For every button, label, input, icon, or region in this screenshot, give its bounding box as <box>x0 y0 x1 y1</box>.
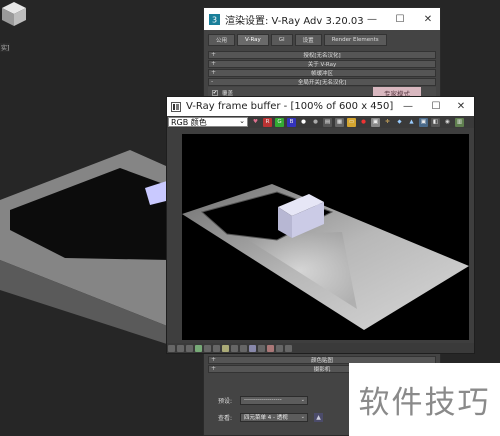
vfb-title: V-Ray frame buffer - [100% of 600 x 450] <box>186 101 394 112</box>
rollout-label: 关于 V-Ray <box>307 62 337 68</box>
stop-icon[interactable] <box>267 344 274 352</box>
svg-text:3: 3 <box>212 15 217 24</box>
preset-row: 预设: ------------------- ⌄ <box>218 395 308 405</box>
expand-icon: + <box>211 60 217 67</box>
rollout-label: 全局开关[无名汉化] <box>297 80 347 86</box>
lock-view-icon[interactable]: ▲ <box>314 412 323 422</box>
vfb-toolbar: RGB 颜色 ⌄ ♥ R G B ● ● ▤ ▦ ▭ ● ▣ ✛ ◆ ▲ ▣ ◧… <box>167 116 474 128</box>
view-dropdown[interactable]: 四元菜单 4 - 透视 ⌄ <box>240 412 308 422</box>
rollout-label: 摄影机 <box>313 367 331 373</box>
tab-settings[interactable]: 设置 <box>294 34 322 46</box>
lens-fx-icon[interactable]: ◧ <box>431 117 440 127</box>
pixel-aspect-icon[interactable] <box>240 344 247 352</box>
rollout-list: + 授权[无名汉化] + 关于 V-Ray + 帧缓冲区 - 全局开关[无名汉化] <box>204 51 440 86</box>
stamp-icon[interactable]: ◉ <box>443 118 452 127</box>
chevron-down-icon: ⌄ <box>300 396 305 403</box>
preset-label: 预设: <box>218 397 233 405</box>
corrections-icon[interactable]: ▥ <box>455 117 464 127</box>
collapse-icon: - <box>211 78 214 85</box>
channel-dropdown[interactable]: RGB 颜色 ⌄ <box>168 117 248 127</box>
history-icon[interactable] <box>168 344 175 352</box>
lens-effects-icon[interactable] <box>258 344 265 352</box>
override-checkbox[interactable]: ✔ <box>212 89 218 96</box>
vray-frame-buffer-window: V-Ray frame buffer - [100% of 600 x 450]… <box>166 96 475 354</box>
save-image-icon[interactable]: ▤ <box>323 117 332 127</box>
rollout-global-switches[interactable]: - 全局开关[无名汉化] <box>208 78 436 86</box>
expand-icon: + <box>211 69 217 76</box>
tab-vray[interactable]: V-Ray <box>237 34 269 46</box>
heart-icon[interactable]: ♥ <box>251 118 260 127</box>
red-channel-icon[interactable]: R <box>263 117 272 127</box>
rollout-authorization[interactable]: + 授权[无名汉化] <box>208 51 436 59</box>
preset-value: ------------------- <box>244 397 282 403</box>
load-image-icon[interactable]: ▦ <box>335 117 344 127</box>
channel-value: RGB 颜色 <box>171 117 207 127</box>
ocio-icon[interactable] <box>222 344 229 352</box>
minimize-icon[interactable]: — <box>394 97 422 116</box>
blue-channel-icon[interactable]: B <box>287 117 296 127</box>
rollout-label: 授权[无名汉化] <box>303 53 341 59</box>
exposure-icon[interactable] <box>195 344 202 352</box>
maximize-icon[interactable]: ☐ <box>422 97 450 116</box>
render-icon[interactable]: ▣ <box>419 117 428 127</box>
render-setup-titlebar[interactable]: 3 渲染设置: V-Ray Adv 3.20.03 — ☐ ✕ <box>204 8 440 30</box>
preset-dropdown[interactable]: ------------------- ⌄ <box>240 395 308 405</box>
rendered-image <box>182 134 469 340</box>
srgb-icon[interactable] <box>204 344 211 352</box>
compare-icon[interactable] <box>231 344 238 352</box>
tab-common[interactable]: 公用 <box>208 34 236 46</box>
view-value: 四元菜单 4 - 透视 <box>244 415 288 421</box>
stereo-icon[interactable] <box>249 344 256 352</box>
minimize-icon[interactable]: — <box>358 8 386 30</box>
green-channel-icon[interactable]: G <box>275 117 284 127</box>
expand-icon: + <box>211 365 217 372</box>
maximize-icon[interactable]: ☐ <box>386 8 414 30</box>
render-setup-title: 渲染设置: V-Ray Adv 3.20.03 <box>225 15 364 27</box>
chevron-down-icon: ⌄ <box>300 413 305 420</box>
vfb-app-icon <box>171 101 181 112</box>
viewcube-icon[interactable] <box>0 0 28 28</box>
close-icon[interactable]: ✕ <box>447 97 475 116</box>
expand-icon: + <box>211 356 217 363</box>
lut-icon[interactable] <box>213 344 220 352</box>
view-row: 查看: 四元菜单 4 - 透视 ⌄ ▲ <box>218 412 323 422</box>
watermark: 软件技巧 <box>349 363 500 436</box>
rollout-frame-buffer[interactable]: + 帧缓冲区 <box>208 69 436 77</box>
alpha-channel-icon[interactable]: ● <box>299 118 308 127</box>
vfb-statusbar <box>167 343 474 353</box>
view-label: 查看: <box>218 414 233 422</box>
3dsmax-app-icon: 3 <box>209 13 220 25</box>
vfb-titlebar[interactable]: V-Ray frame buffer - [100% of 600 x 450]… <box>167 97 474 116</box>
clear-image-icon[interactable]: ● <box>359 118 368 127</box>
curves-icon[interactable] <box>186 344 193 352</box>
levels-icon[interactable] <box>177 344 184 352</box>
chevron-down-icon: ⌄ <box>239 117 245 125</box>
render-canvas[interactable] <box>182 134 469 340</box>
tab-render-elements[interactable]: Render Elements <box>323 34 387 46</box>
render-setup-tabs: 公用 V-Ray GI 设置 Render Elements <box>204 34 440 47</box>
info-icon[interactable] <box>276 344 283 352</box>
rollout-about-vray[interactable]: + 关于 V-Ray <box>208 60 436 68</box>
render-last-icon[interactable]: ▲ <box>407 118 416 127</box>
folder-icon[interactable]: ▭ <box>347 117 356 127</box>
track-mouse-icon[interactable]: ✛ <box>383 118 392 127</box>
close-icon[interactable]: ✕ <box>414 8 442 30</box>
settings-icon[interactable] <box>285 344 292 352</box>
duplicate-icon[interactable]: ▣ <box>371 117 380 127</box>
viewport-label[interactable]: 实] <box>0 43 11 52</box>
rollout-label: 帧缓冲区 <box>310 71 333 77</box>
region-render-icon[interactable]: ◆ <box>395 118 404 127</box>
expand-icon: + <box>211 51 217 58</box>
tab-gi[interactable]: GI <box>270 34 293 46</box>
watermark-text: 软件技巧 <box>358 385 491 421</box>
rollout-label: 颜色贴图 <box>310 358 333 364</box>
mono-channel-icon[interactable]: ● <box>311 118 320 127</box>
